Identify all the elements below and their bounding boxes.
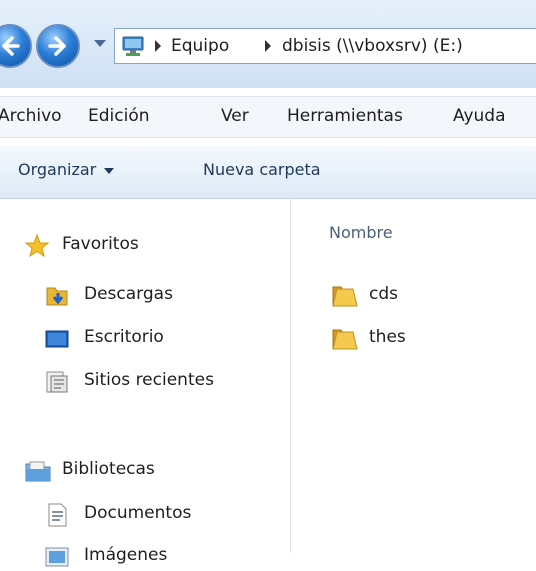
recent-pages-dropdown-icon[interactable] (94, 40, 106, 47)
forward-arrow-icon (48, 36, 66, 56)
nav-item-label: Imágenes (84, 545, 168, 565)
folder-icon (332, 329, 358, 350)
nav-favorites[interactable]: Favoritos (24, 232, 264, 260)
pictures-icon (45, 547, 69, 567)
organize-label: Organizar (18, 160, 97, 179)
breadcrumb-separator-icon[interactable] (265, 40, 271, 52)
nav-item-label: Sitios recientes (84, 370, 214, 390)
file-list: Nombre cds thes (291, 199, 536, 553)
menu-archivo[interactable]: Archivo (0, 106, 62, 126)
desktop-icon (45, 330, 69, 348)
address-bar-area: Equipo dbisis (\\vboxsrv) (E:) (0, 0, 536, 88)
nav-item-label: Documentos (84, 503, 192, 523)
menu-ver[interactable]: Ver (221, 106, 249, 126)
forward-button[interactable] (36, 24, 80, 68)
file-item-thes[interactable]: thes (331, 326, 511, 352)
recent-places-icon (46, 371, 68, 393)
libraries-icon (25, 461, 51, 482)
nav-libraries[interactable]: Bibliotecas (24, 457, 264, 485)
breadcrumb-separator-icon[interactable] (155, 40, 161, 52)
navigation-pane: Favoritos Descargas Escritorio Sitios re… (0, 199, 290, 567)
file-item-cds[interactable]: cds (331, 283, 511, 309)
folder-icon (332, 286, 358, 307)
nav-item-sitios-recientes[interactable]: Sitios recientes (44, 368, 274, 396)
breadcrumb-current-drive[interactable]: dbisis (\\vboxsrv) (E:) (282, 36, 463, 56)
address-field[interactable]: Equipo dbisis (\\vboxsrv) (E:) (114, 28, 536, 64)
star-icon (24, 233, 50, 258)
file-name: cds (369, 284, 398, 304)
nav-item-imagenes[interactable]: Imágenes (44, 543, 274, 571)
menu-edicion[interactable]: Edición (88, 106, 150, 126)
downloads-folder-icon (46, 287, 68, 306)
nav-item-documentos[interactable]: Documentos (44, 501, 274, 529)
nav-item-escritorio[interactable]: Escritorio (44, 325, 274, 353)
nav-favorites-label: Favoritos (62, 234, 139, 254)
nav-libraries-label: Bibliotecas (62, 459, 155, 479)
column-header-name[interactable]: Nombre (329, 223, 393, 242)
menu-herramientas[interactable]: Herramientas (287, 106, 403, 126)
back-arrow-icon (2, 36, 20, 56)
documents-icon (48, 503, 67, 527)
breadcrumb-equipo[interactable]: Equipo (171, 36, 229, 56)
computer-icon (122, 36, 144, 56)
menu-bar: Archivo Edición Ver Herramientas Ayuda (0, 96, 536, 138)
nav-item-descargas[interactable]: Descargas (44, 282, 274, 310)
nav-item-label: Descargas (84, 284, 173, 304)
organize-button[interactable]: Organizar (18, 160, 115, 179)
nav-item-label: Escritorio (84, 327, 164, 347)
chevron-down-icon (104, 167, 115, 174)
back-button[interactable] (0, 24, 32, 68)
command-toolbar: Organizar Nueva carpeta (0, 146, 536, 199)
new-folder-button[interactable]: Nueva carpeta (203, 160, 321, 179)
file-name: thes (369, 327, 406, 347)
menu-ayuda[interactable]: Ayuda (453, 106, 506, 126)
